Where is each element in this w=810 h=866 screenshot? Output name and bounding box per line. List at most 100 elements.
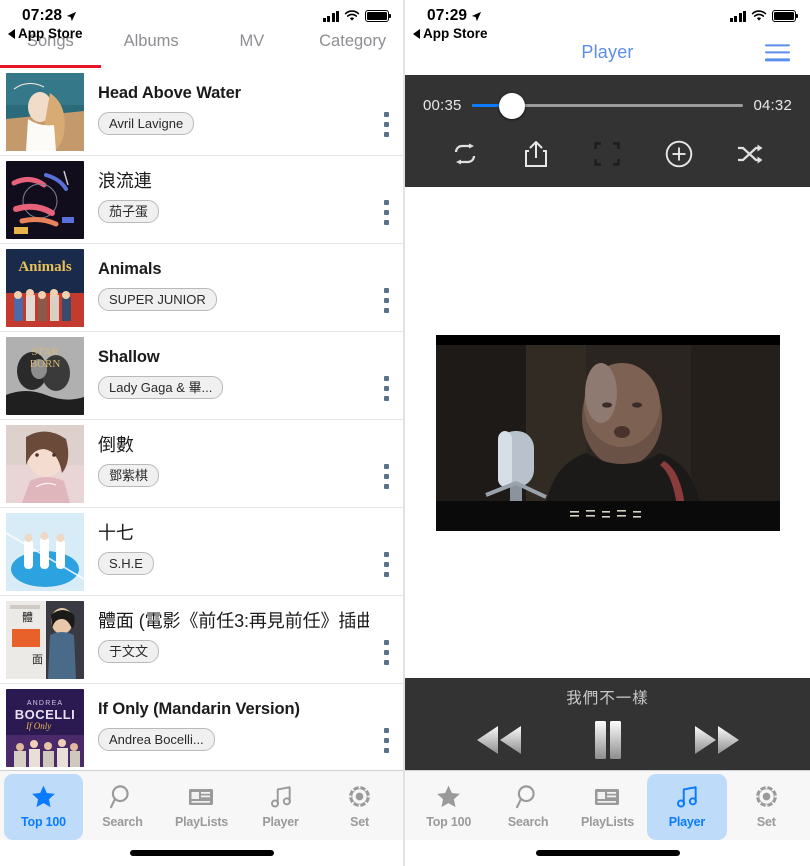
svg-text:If Only: If Only bbox=[25, 721, 51, 731]
table-row[interactable]: STAR BORN Shallow Lady Gaga & 畢... bbox=[0, 332, 403, 420]
svg-text:BOCELLI: BOCELLI bbox=[15, 707, 76, 722]
tab-albums[interactable]: Albums bbox=[101, 30, 202, 68]
search-icon bbox=[109, 782, 136, 812]
add-icon[interactable] bbox=[662, 137, 696, 171]
hamburger-icon[interactable] bbox=[765, 43, 790, 62]
gear-icon bbox=[346, 782, 373, 812]
tabbar-item-set[interactable]: Set bbox=[727, 774, 806, 840]
tabbar-item-search[interactable]: Search bbox=[488, 774, 567, 840]
table-row[interactable]: ANDREA BOCELLI If Only If Only (Mandarin… bbox=[0, 684, 403, 770]
tabbar-item-top100[interactable]: Top 100 bbox=[4, 774, 83, 840]
album-cover: ANDREA BOCELLI If Only bbox=[6, 688, 84, 767]
artist-chip[interactable]: 于文文 bbox=[98, 640, 160, 663]
page-title: Player bbox=[581, 42, 634, 62]
status-time: 07:28 bbox=[22, 7, 63, 24]
seek-slider[interactable] bbox=[471, 92, 744, 119]
home-indicator-area bbox=[405, 840, 810, 866]
song-info: 浪流連 茄子蛋 bbox=[84, 171, 369, 228]
tabbar-item-set[interactable]: Set bbox=[320, 774, 399, 840]
tabbar-item-playlists[interactable]: PlayLists bbox=[568, 774, 647, 840]
song-title: Animals bbox=[98, 260, 162, 278]
tabbar-item-top100[interactable]: Top 100 bbox=[409, 774, 488, 840]
table-row[interactable]: 體 面 體面 (電影《前任3:再見前任》插曲) 于文文 bbox=[0, 596, 403, 684]
song-title: 浪流連 bbox=[98, 171, 152, 191]
tabbar-item-playlists[interactable]: PlayLists bbox=[162, 774, 241, 840]
table-row[interactable]: Animals Animals SUPER JUNIOR bbox=[0, 244, 403, 332]
album-cover bbox=[6, 512, 84, 591]
previous-button[interactable] bbox=[473, 718, 525, 762]
search-icon bbox=[515, 782, 542, 812]
player-control-panel: 00:35 04:32 bbox=[405, 75, 810, 187]
svg-text:STAR: STAR bbox=[31, 346, 59, 358]
star-icon bbox=[30, 782, 57, 812]
home-indicator-area bbox=[0, 840, 403, 866]
status-time-group: 07:28 bbox=[22, 8, 77, 24]
artist-chip[interactable]: S.H.E bbox=[98, 552, 154, 575]
star-icon bbox=[435, 782, 462, 812]
album-cover bbox=[6, 72, 84, 151]
row-menu-icon[interactable] bbox=[369, 508, 403, 596]
location-arrow-icon bbox=[67, 11, 77, 21]
share-icon[interactable] bbox=[519, 137, 553, 171]
row-menu-icon[interactable] bbox=[369, 684, 403, 771]
tabbar-label: Player bbox=[668, 814, 706, 829]
row-menu-icon[interactable] bbox=[369, 68, 403, 156]
tab-category[interactable]: Category bbox=[302, 30, 403, 68]
tabbar-label: Set bbox=[350, 814, 369, 829]
album-cover: STAR BORN bbox=[6, 336, 84, 415]
row-menu-icon[interactable] bbox=[369, 244, 403, 332]
battery-icon bbox=[365, 10, 392, 22]
row-menu-icon[interactable] bbox=[369, 156, 403, 244]
repeat-icon[interactable] bbox=[448, 137, 482, 171]
table-row[interactable]: Head Above Water Avril Lavigne bbox=[0, 68, 403, 156]
table-row[interactable]: 浪流連 茄子蛋 bbox=[0, 156, 403, 244]
tabbar-label: Player bbox=[262, 814, 299, 829]
tab-mv[interactable]: MV bbox=[202, 30, 303, 68]
tabbar-item-search[interactable]: Search bbox=[83, 774, 162, 840]
row-menu-icon[interactable] bbox=[369, 332, 403, 420]
tabbar-item-player[interactable]: Player bbox=[241, 774, 320, 840]
tab-albums-label: Albums bbox=[123, 32, 179, 50]
seek-thumb[interactable] bbox=[499, 92, 526, 119]
table-row[interactable]: 十七 S.H.E bbox=[0, 508, 403, 596]
song-title: 十七 bbox=[98, 523, 134, 543]
tabbar-label: Top 100 bbox=[21, 814, 66, 829]
artist-chip[interactable]: Andrea Bocelli... bbox=[98, 728, 215, 751]
song-list[interactable]: Head Above Water Avril Lavigne 浪流連 茄子蛋 A… bbox=[0, 68, 403, 770]
pause-button[interactable] bbox=[588, 718, 628, 762]
artist-chip[interactable]: Lady Gaga & 畢... bbox=[98, 376, 224, 399]
row-menu-icon[interactable] bbox=[369, 420, 403, 508]
song-title: Head Above Water bbox=[98, 84, 241, 102]
back-to-app-store-link[interactable]: App Store bbox=[413, 26, 488, 41]
left-bottom-tab-bar: Top 100 Search PlayLists Player Set bbox=[0, 770, 403, 840]
video-player[interactable] bbox=[435, 334, 780, 531]
tabbar-item-player[interactable]: Player bbox=[647, 774, 727, 840]
seek-bar-row: 00:35 04:32 bbox=[405, 85, 810, 119]
tabbar-label: PlayLists bbox=[580, 814, 635, 829]
status-indicators bbox=[322, 10, 392, 22]
cellular-signal-icon bbox=[322, 10, 339, 22]
shuffle-icon[interactable] bbox=[733, 137, 767, 171]
artist-chip[interactable]: Avril Lavigne bbox=[98, 112, 195, 135]
song-title: 倒數 bbox=[98, 435, 134, 455]
song-info: 體面 (電影《前任3:再見前任》插曲) 于文文 bbox=[84, 611, 369, 668]
song-title: If Only (Mandarin Version) bbox=[98, 700, 300, 718]
artist-chip[interactable]: 鄧紫棋 bbox=[98, 464, 160, 487]
home-indicator[interactable] bbox=[129, 850, 274, 856]
row-menu-icon[interactable] bbox=[369, 596, 403, 684]
song-title: 體面 (電影《前任3:再見前任》插曲) bbox=[98, 611, 369, 631]
svg-text:體: 體 bbox=[22, 611, 33, 624]
album-cover: 體 面 bbox=[6, 600, 84, 679]
home-indicator[interactable] bbox=[535, 850, 680, 856]
music-note-icon bbox=[268, 782, 294, 812]
song-info: 倒數 鄧紫棋 bbox=[84, 435, 369, 492]
table-row[interactable]: 倒數 鄧紫棋 bbox=[0, 420, 403, 508]
artist-chip[interactable]: 茄子蛋 bbox=[98, 200, 160, 223]
next-button[interactable] bbox=[691, 718, 743, 762]
fullscreen-icon[interactable] bbox=[590, 137, 624, 171]
tabbar-label: PlayLists bbox=[174, 814, 229, 829]
back-to-app-store-link[interactable]: App Store bbox=[8, 26, 83, 41]
location-arrow-icon bbox=[472, 11, 482, 21]
artist-chip[interactable]: SUPER JUNIOR bbox=[98, 288, 217, 311]
tabbar-label: Search bbox=[507, 814, 549, 829]
